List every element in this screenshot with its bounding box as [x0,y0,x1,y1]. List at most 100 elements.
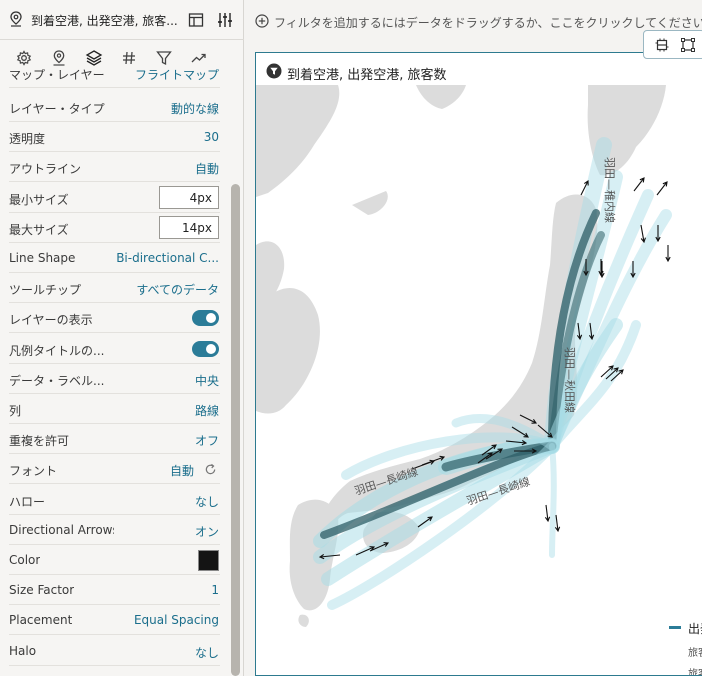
property-row[interactable]: データ・ラベル... 中央 [9,364,220,394]
legend-sublabel: 旅客 [688,669,702,676]
property-label: Placement [9,613,73,628]
filter-placeholder[interactable]: フィルタを追加するにはデータをドラッグするか、ここをクリックしてください [274,14,702,31]
color-swatch[interactable] [198,550,219,571]
maximize-icon[interactable] [680,37,696,53]
property-label: 最大サイズ [9,222,69,237]
scrollbar-thumb[interactable] [231,184,240,676]
land-korea [256,288,320,414]
property-value[interactable]: Equal Spacing [134,613,219,627]
property-label: アウトライン [9,162,82,177]
property-value[interactable]: オン [195,523,219,540]
property-value[interactable]: 動的な線 [171,100,219,117]
property-row[interactable]: アウトライン 自動 [9,152,220,183]
filter-circle-icon[interactable] [266,63,282,79]
property-label: ツールチップ [9,283,82,298]
properties-sliders-icon[interactable] [214,10,236,30]
flight-map[interactable]: 羽田—稚内線 羽田—秋田線 羽田—長崎線 羽田—長崎線 [256,85,702,676]
property-value[interactable]: オフ [195,432,219,449]
legend-sublabel: 旅客 [688,648,702,659]
property-value[interactable]: なし [195,493,219,510]
property-row[interactable]: Directional Arrows オン [9,515,220,545]
property-value[interactable]: すべてのデータ [136,281,219,298]
property-label: 重複を許可 [9,434,70,449]
property-value[interactable]: 路線 [195,402,219,419]
property-value[interactable]: 自動 [170,462,194,479]
panel-header: 到着空港, 出発空港, 旅客... [0,0,244,40]
size-input[interactable]: 14px [159,215,219,239]
property-row[interactable]: 最大サイズ 14px [9,213,220,243]
land-mainland-north [256,85,340,197]
property-value[interactable]: 30 [204,130,219,144]
visualization-title: 到着空港, 出発空港, 旅客数 [287,68,447,83]
property-label: 列 [9,404,22,418]
reset-icon[interactable] [204,463,217,476]
property-value[interactable]: フライトマップ [135,66,219,83]
properties-chip-icon[interactable] [654,37,670,53]
table-view-icon[interactable] [188,12,204,28]
property-row[interactable]: Color [9,545,220,575]
add-circle-icon[interactable] [255,14,269,28]
panel-title: 到着空港, 出発空港, 旅客... [31,14,178,28]
property-label: Size Factor [9,583,75,598]
property-label: レイヤーの表示 [9,313,93,328]
direction-arrow [665,245,671,263]
property-label: ハロー [9,494,46,509]
property-label: 最小サイズ [9,192,69,207]
property-row[interactable]: フォント 自動 [9,454,220,485]
property-value[interactable]: 1 [211,583,219,597]
property-label: Line Shape [9,251,76,265]
property-label: フォント [9,464,58,479]
property-value[interactable]: 自動 [195,160,219,177]
property-label: レイヤー・タイプ [9,102,105,116]
properties-panel: 到着空港, 出発空港, 旅客... マップ・レイヤー フライトマップ レイヤー・… [0,0,244,676]
visualization-toolbar [643,30,702,59]
property-label: Directional Arrows [9,522,114,537]
filter-bar[interactable]: フィルタを追加するにはデータをドラッグするか、ここをクリックしてください [245,0,702,40]
property-label: 透明度 [9,132,46,147]
property-value[interactable]: なし [195,644,219,661]
map-pin-icon [10,11,22,27]
direction-arrow [544,504,551,523]
direction-arrow [633,177,645,192]
toggle-switch[interactable] [192,340,219,357]
property-row[interactable]: Placement Equal Spacing [9,605,220,636]
land-island-south [298,614,309,627]
property-label: Color [9,553,41,567]
route-label-wakkanai: 羽田—稚内線 [603,157,617,223]
property-row[interactable]: ツールチップ すべてのデータ [9,273,220,304]
property-label: 凡例タイトルの... [9,343,105,358]
legend-label: 出発 [688,622,702,636]
gear-icon[interactable] [15,49,33,67]
direction-arrow [640,224,646,244]
route-line[interactable] [549,443,557,558]
property-row[interactable]: 列 路線 [9,394,220,424]
hash-icon[interactable] [120,49,138,67]
filter-icon[interactable] [155,49,173,67]
property-row[interactable]: 凡例タイトルの... [9,334,220,364]
property-label: Halo [9,643,37,658]
property-label: データ・ラベル... [9,373,105,388]
property-row[interactable]: Line Shape Bi-directional C... [9,243,220,273]
map-visualization[interactable]: 到着空港, 出発空港, 旅客数 羽田—稚内線 羽田—秋田線 羽田—長崎線 羽田—… [255,52,702,676]
property-row[interactable]: 透明度 30 [9,122,220,153]
property-list: マップ・レイヤー フライトマップ レイヤー・タイプ 動的な線透明度 30 アウトライン… [0,66,228,676]
direction-arrow [656,181,668,196]
land-sakhalin [416,85,466,109]
property-value[interactable]: 中央 [195,372,219,389]
route-label-akita: 羽田—秋田線 [563,347,577,413]
property-label: マップ・レイヤー [9,68,105,82]
property-row[interactable]: 重複を許可 オフ [9,424,220,455]
property-value[interactable]: Bi-directional C... [116,251,219,265]
property-row[interactable]: レイヤー・タイプ 動的な線 [9,92,220,122]
toggle-switch[interactable] [192,310,219,327]
property-row[interactable]: レイヤーの表示 [9,303,220,334]
layers-icon[interactable] [85,49,103,67]
property-row[interactable]: 最小サイズ 4px [9,183,220,213]
property-row[interactable]: Halo なし [9,636,220,666]
map-pin-icon[interactable] [50,49,68,67]
property-row[interactable]: Size Factor 1 [9,575,220,606]
property-row[interactable]: ハロー なし [9,485,220,515]
property-row-map-layer[interactable]: マップ・レイヤー フライトマップ [9,66,220,88]
size-input[interactable]: 4px [159,185,219,209]
trend-arrow-icon[interactable] [190,49,208,67]
